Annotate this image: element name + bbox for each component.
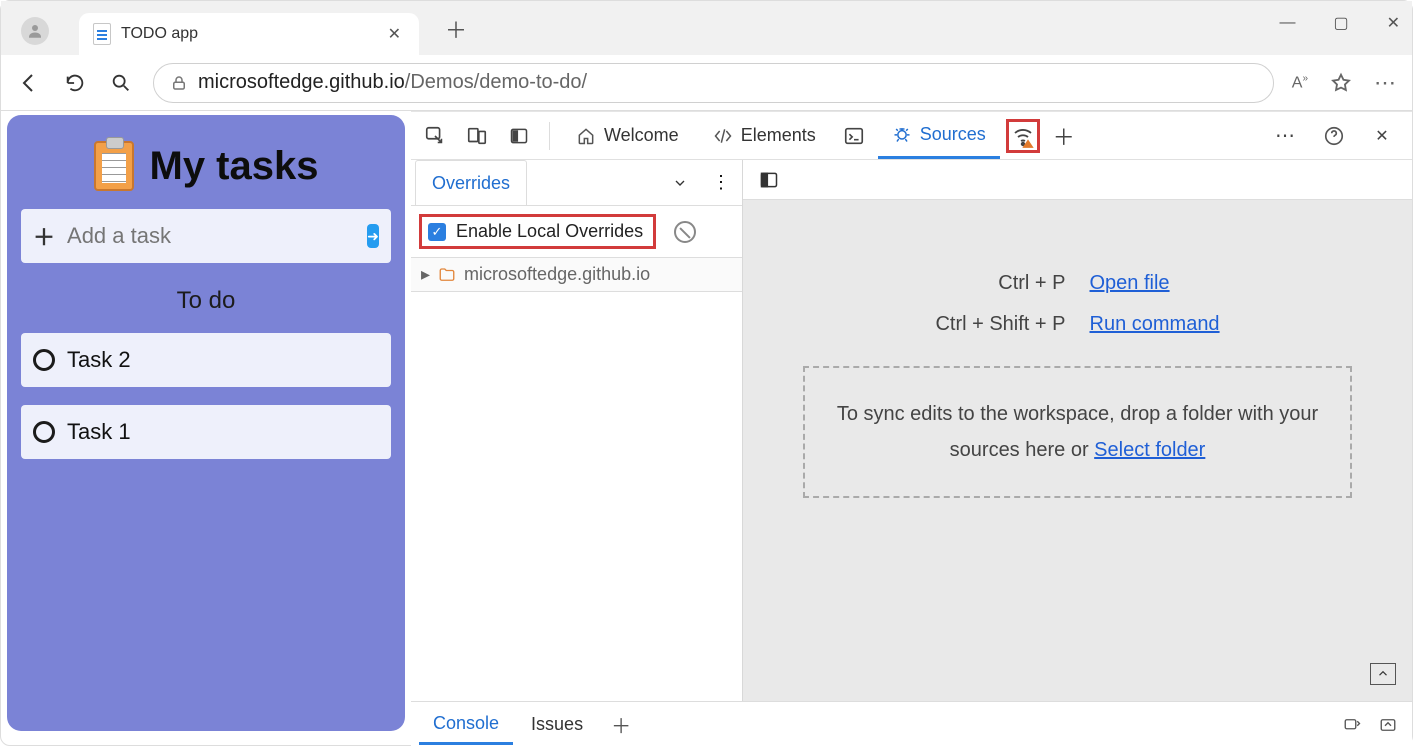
section-label: To do xyxy=(21,287,391,315)
tab-title: TODO app xyxy=(121,25,374,43)
tab-overrides[interactable]: Overrides xyxy=(415,160,527,205)
add-tab-button[interactable]: ＋ xyxy=(1046,118,1082,154)
dock-icon[interactable] xyxy=(501,118,537,154)
tab-welcome[interactable]: Welcome xyxy=(562,112,693,159)
window-controls: — ▢ ✕ xyxy=(1275,1,1404,45)
navigator-tabrow: Overrides ⋮ xyxy=(411,160,742,206)
add-task-input[interactable] xyxy=(65,222,357,250)
back-button[interactable] xyxy=(15,69,43,97)
clear-overrides-icon[interactable] xyxy=(674,221,696,243)
tree-host-label: microsoftedge.github.io xyxy=(464,264,650,285)
enable-overrides-checkbox[interactable]: ✓ xyxy=(428,223,446,241)
drawer-tab-console[interactable]: Console xyxy=(419,705,513,745)
device-icon[interactable] xyxy=(459,118,495,154)
task-checkbox[interactable] xyxy=(33,349,55,371)
open-file-link[interactable]: Open file xyxy=(1090,272,1220,295)
run-command-link[interactable]: Run command xyxy=(1090,313,1220,336)
browser-titlebar: TODO app ✕ ＋ — ▢ ✕ xyxy=(1,1,1412,55)
hint-cmd-key: Ctrl + Shift + P xyxy=(935,313,1065,336)
editor-hints: Ctrl + P Open file Ctrl + Shift + P Run … xyxy=(935,272,1219,336)
devtools-close-button[interactable]: ✕ xyxy=(1364,118,1400,154)
todo-app: My tasks ＋ ➜ To do Task 2 Task 1 xyxy=(7,115,405,731)
enable-overrides-label: Enable Local Overrides xyxy=(456,221,643,242)
help-icon[interactable] xyxy=(1316,118,1352,154)
dropzone-text: To sync edits to the workspace, drop a f… xyxy=(837,403,1318,461)
tree-expand-icon[interactable]: ▸ xyxy=(421,264,430,285)
inspect-icon[interactable] xyxy=(417,118,453,154)
task-label: Task 1 xyxy=(67,419,131,445)
network-icon xyxy=(1011,124,1035,148)
bug-icon xyxy=(892,124,912,144)
drawer-add-tab-button[interactable]: ＋ xyxy=(601,710,641,739)
favorite-icon[interactable] xyxy=(1330,72,1352,94)
editor-panel: Ctrl + P Open file Ctrl + Shift + P Run … xyxy=(743,160,1412,701)
select-folder-link[interactable]: Select folder xyxy=(1094,439,1205,461)
tab-network-highlighted[interactable] xyxy=(1006,119,1040,153)
minimize-button[interactable]: — xyxy=(1275,10,1299,36)
drawer-collapse-icon[interactable] xyxy=(1378,716,1398,734)
workspace-dropzone[interactable]: To sync edits to the workspace, drop a f… xyxy=(803,366,1352,498)
devtools-drawer: Console Issues ＋ xyxy=(411,701,1412,747)
task-row[interactable]: Task 1 xyxy=(21,405,391,459)
menu-icon[interactable]: ⋯ xyxy=(1374,70,1398,96)
hint-open-key: Ctrl + P xyxy=(935,272,1065,295)
tab-sources[interactable]: Sources xyxy=(878,112,1000,159)
new-tab-button[interactable]: ＋ xyxy=(437,9,475,49)
more-tools-icon[interactable]: ⋯ xyxy=(1268,118,1304,154)
tab-console-icon[interactable] xyxy=(836,118,872,154)
maximize-button[interactable]: ▢ xyxy=(1329,9,1352,37)
tab-favicon-icon xyxy=(93,23,111,45)
devtools-tabstrip: Welcome Elements Sources ＋ ⋯ xyxy=(411,112,1412,160)
toggle-navigator-icon[interactable] xyxy=(751,162,787,198)
add-task-row: ＋ ➜ xyxy=(21,209,391,263)
tab-close-button[interactable]: ✕ xyxy=(384,20,405,48)
address-bar[interactable]: microsoftedge.github.io/Demos/demo-to-do… xyxy=(153,63,1274,103)
overrides-tree-item[interactable]: ▸ microsoftedge.github.io xyxy=(411,257,742,292)
read-aloud-icon[interactable]: A» xyxy=(1292,73,1308,92)
task-label: Task 2 xyxy=(67,347,131,373)
refresh-button[interactable] xyxy=(61,69,89,97)
drawer-expression-icon[interactable] xyxy=(1342,716,1362,734)
plus-icon: ＋ xyxy=(33,220,55,252)
browser-tab[interactable]: TODO app ✕ xyxy=(79,13,419,55)
profile-icon[interactable] xyxy=(21,17,49,45)
tab-elements[interactable]: Elements xyxy=(699,112,830,159)
url-text: microsoftedge.github.io/Demos/demo-to-do… xyxy=(198,71,587,94)
navigator-more-icon[interactable] xyxy=(660,175,700,191)
code-icon xyxy=(713,126,733,146)
home-icon xyxy=(576,126,596,146)
navigator-menu-icon[interactable]: ⋮ xyxy=(700,172,742,193)
drawer-tab-issues[interactable]: Issues xyxy=(517,706,597,743)
enable-overrides-highlight: ✓ Enable Local Overrides xyxy=(419,214,656,249)
submit-task-button[interactable]: ➜ xyxy=(367,224,379,248)
folder-icon xyxy=(438,266,456,284)
overrides-panel: Overrides ⋮ ✓ Enable Local Overrides ▸ xyxy=(411,160,743,701)
expand-editor-icon[interactable] xyxy=(1370,663,1396,685)
clipboard-icon xyxy=(94,141,134,191)
browser-toolbar: microsoftedge.github.io/Demos/demo-to-do… xyxy=(1,55,1412,111)
close-window-button[interactable]: ✕ xyxy=(1383,9,1404,37)
toolbar-right: A» ⋯ xyxy=(1292,70,1398,96)
lock-icon xyxy=(170,74,188,92)
devtools: Welcome Elements Sources ＋ ⋯ xyxy=(411,111,1412,747)
task-row[interactable]: Task 2 xyxy=(21,333,391,387)
editor-tabstrip xyxy=(743,160,1412,200)
enable-overrides-row: ✓ Enable Local Overrides xyxy=(411,206,742,257)
app-header: My tasks xyxy=(21,141,391,191)
task-checkbox[interactable] xyxy=(33,421,55,443)
app-title: My tasks xyxy=(150,144,319,189)
search-icon[interactable] xyxy=(107,69,135,97)
separator xyxy=(549,122,550,150)
